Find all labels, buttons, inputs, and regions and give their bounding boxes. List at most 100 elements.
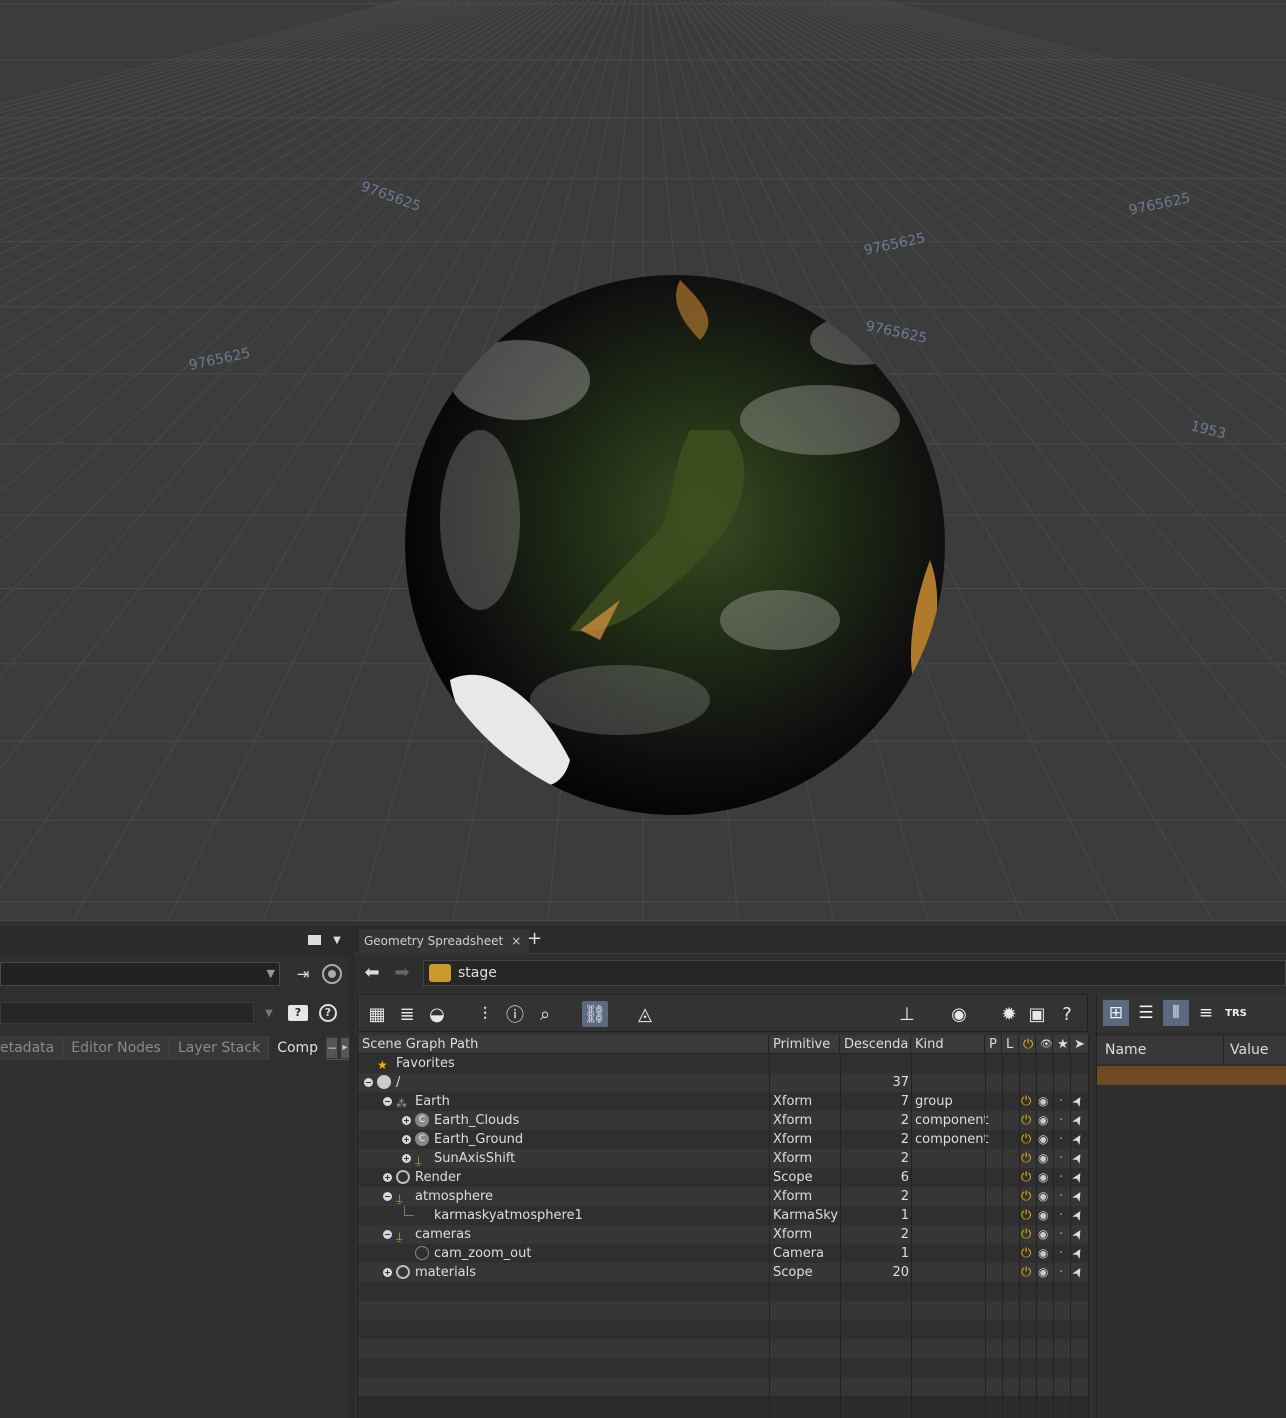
table-row[interactable]: + C Earth_Clouds Xform 2 component ⏻ ◉ · ➤ xyxy=(358,1111,1089,1130)
expand-icon[interactable]: + xyxy=(402,1116,411,1125)
table-row[interactable]: − / 37 xyxy=(358,1073,1089,1092)
eye-icon[interactable]: ◉ xyxy=(1038,1225,1048,1244)
rows-view-icon[interactable]: ≡ xyxy=(1193,1000,1219,1026)
table-row[interactable]: + materials Scope 20 ⏻ ◉ · ➤ xyxy=(358,1263,1089,1282)
eye-icon[interactable]: ◉ xyxy=(1038,1149,1048,1168)
favorite-dot-icon[interactable]: · xyxy=(1059,1149,1063,1168)
filter-field[interactable] xyxy=(0,1002,254,1024)
filter-sliders-icon[interactable]: ⫶ xyxy=(472,1001,498,1027)
eye-icon[interactable]: ◉ xyxy=(1038,1244,1048,1263)
expand-icon[interactable]: + xyxy=(383,1173,392,1182)
col-descendants[interactable]: Descenda xyxy=(840,1035,911,1054)
table-row[interactable]: + ⍊ SunAxisShift Xform 2 ⏻ ◉ · ➤ xyxy=(358,1149,1089,1168)
eye-icon[interactable]: ◉ xyxy=(1038,1092,1048,1111)
collapse-icon[interactable]: − xyxy=(383,1192,392,1201)
node-path-combo[interactable]: ▼ xyxy=(0,962,280,986)
table-row[interactable]: − ⍊ cameras Xform 2 ⏻ ◉ · ➤ xyxy=(358,1225,1089,1244)
power-icon[interactable]: ⏻ xyxy=(1021,1130,1031,1149)
selected-attribute-row[interactable] xyxy=(1097,1066,1286,1085)
tab-layer-stack[interactable]: Layer Stack xyxy=(169,1036,270,1060)
table-row[interactable]: ★ Favorites xyxy=(358,1054,1089,1073)
info-icon[interactable]: ⓘ xyxy=(502,1001,528,1027)
col-name[interactable]: Name xyxy=(1105,1042,1146,1058)
favorite-dot-icon[interactable]: · xyxy=(1059,1187,1063,1206)
expand-icon[interactable]: + xyxy=(402,1135,411,1144)
trs-icon[interactable]: TRS xyxy=(1223,1000,1249,1026)
add-tab-button[interactable]: + xyxy=(527,928,542,949)
viewport-canvas[interactable]: 976562597656259765625976562519539765625 xyxy=(0,0,1286,920)
favorite-dot-icon[interactable]: · xyxy=(1059,1168,1063,1187)
eye-icon[interactable]: ◉ xyxy=(1038,1130,1048,1149)
favorite-dot-icon[interactable]: · xyxy=(1059,1206,1063,1225)
table-row[interactable]: + C Earth_Ground Xform 2 component ⏻ ◉ · ➤ xyxy=(358,1130,1089,1149)
scene-viewport[interactable]: 9765625 9765625 9765625 9765625 1953 9765625 xyxy=(0,0,1286,920)
favorite-dot-icon[interactable]: · xyxy=(1059,1225,1063,1244)
layers-icon[interactable]: ≣ xyxy=(394,1001,420,1027)
close-icon[interactable]: × xyxy=(511,929,521,954)
visibility-toggle-icon[interactable]: ◬ xyxy=(632,1001,658,1027)
favorite-dot-icon[interactable]: · xyxy=(1059,1130,1063,1149)
col-favorite-icon[interactable]: ★ xyxy=(1053,1035,1070,1054)
favorite-dot-icon[interactable]: · xyxy=(1059,1092,1063,1111)
eye-icon[interactable]: ◉ xyxy=(1038,1206,1048,1225)
table-row[interactable]: − ⁂ Earth Xform 7 group ⏻ ◉ · ➤ xyxy=(358,1092,1089,1111)
col-primitive[interactable]: Primitive xyxy=(769,1035,840,1054)
col-scene-graph-path[interactable]: Scene Graph Path xyxy=(358,1035,769,1054)
gear-icon[interactable]: ✹ xyxy=(996,1001,1022,1027)
forward-arrow-icon[interactable]: ➡ xyxy=(391,961,413,983)
col-p[interactable]: P xyxy=(985,1035,1002,1054)
tab-scroll-right-icon[interactable]: ▸ xyxy=(341,1038,349,1058)
tab-editor-nodes[interactable]: Editor Nodes xyxy=(63,1036,170,1060)
col-active-icon[interactable]: ⏻ xyxy=(1019,1035,1036,1054)
link-selection-icon[interactable]: ⛓ xyxy=(582,1001,608,1027)
power-icon[interactable]: ⏻ xyxy=(1021,1187,1031,1206)
power-icon[interactable]: ⏻ xyxy=(1021,1111,1031,1130)
search-icon[interactable]: ⌕ xyxy=(532,1001,558,1027)
columns-view-icon[interactable]: ⫴ xyxy=(1163,1000,1189,1026)
collapse-icon[interactable]: − xyxy=(364,1078,373,1087)
expand-icon[interactable]: + xyxy=(383,1268,392,1277)
dropdown-arrow-icon[interactable]: ▼ xyxy=(330,932,344,948)
col-l[interactable]: L xyxy=(1002,1035,1019,1054)
collapse-icon[interactable]: − xyxy=(383,1230,392,1239)
display-options-icon[interactable]: ◉ xyxy=(946,1001,972,1027)
tab-comp[interactable]: Comp xyxy=(269,1036,328,1060)
eye-icon[interactable]: ◉ xyxy=(1038,1111,1048,1130)
table-row[interactable]: + Render Scope 6 ⏻ ◉ · ➤ xyxy=(358,1168,1089,1187)
expand-icon[interactable]: + xyxy=(402,1154,411,1163)
layout-menu-icon[interactable] xyxy=(306,932,322,948)
power-icon[interactable]: ⏻ xyxy=(1021,1092,1031,1111)
list-view-icon[interactable]: ☰ xyxy=(1133,1000,1159,1026)
back-arrow-icon[interactable]: ⬅ xyxy=(361,961,383,983)
eye-icon[interactable]: ◉ xyxy=(1038,1168,1048,1187)
power-icon[interactable]: ⏻ xyxy=(1021,1149,1031,1168)
col-value[interactable]: Value xyxy=(1230,1042,1268,1058)
tab-geometry-spreadsheet[interactable]: Geometry Spreadsheet × xyxy=(359,929,530,954)
camera-help-icon[interactable]: ▣ xyxy=(1024,1001,1050,1027)
earth-globe[interactable] xyxy=(405,275,945,815)
favorite-dot-icon[interactable]: · xyxy=(1059,1263,1063,1282)
tree-view-icon[interactable]: ⊞ xyxy=(1103,1000,1129,1026)
target-icon[interactable] xyxy=(320,962,344,986)
table-row[interactable]: karmaskyatmosphere1 KarmaSky 1 ⏻ ◉ · ➤ xyxy=(358,1206,1089,1225)
tab-metadata[interactable]: etadata xyxy=(0,1036,64,1060)
power-icon[interactable]: ⏻ xyxy=(1021,1244,1031,1263)
help-icon[interactable]: ? xyxy=(1054,1001,1080,1027)
pin-icon[interactable]: ⇥ xyxy=(290,962,316,986)
power-icon[interactable]: ⏻ xyxy=(1021,1206,1031,1225)
help-icon[interactable]: ? xyxy=(316,1002,340,1024)
eye-icon[interactable]: ◉ xyxy=(1038,1263,1048,1282)
power-icon[interactable]: ⏻ xyxy=(1021,1168,1031,1187)
col-visibility-icon[interactable]: 👁 xyxy=(1036,1035,1053,1054)
col-selectable-icon[interactable]: ➤ xyxy=(1070,1035,1089,1054)
tab-scroll-left-icon[interactable]: − xyxy=(327,1038,338,1058)
favorite-dot-icon[interactable]: · xyxy=(1059,1111,1063,1130)
camera-help-icon[interactable]: ? xyxy=(286,1002,310,1024)
eye-icon[interactable]: ◉ xyxy=(1038,1187,1048,1206)
mask-icon[interactable]: ◒ xyxy=(424,1001,450,1027)
node-path-field[interactable]: stage xyxy=(423,960,1286,986)
power-icon[interactable]: ⏻ xyxy=(1021,1263,1031,1282)
favorite-dot-icon[interactable]: · xyxy=(1059,1244,1063,1263)
power-icon[interactable]: ⏻ xyxy=(1021,1225,1031,1244)
table-row[interactable]: cam_zoom_out Camera 1 ⏻ ◉ · ➤ xyxy=(358,1244,1089,1263)
